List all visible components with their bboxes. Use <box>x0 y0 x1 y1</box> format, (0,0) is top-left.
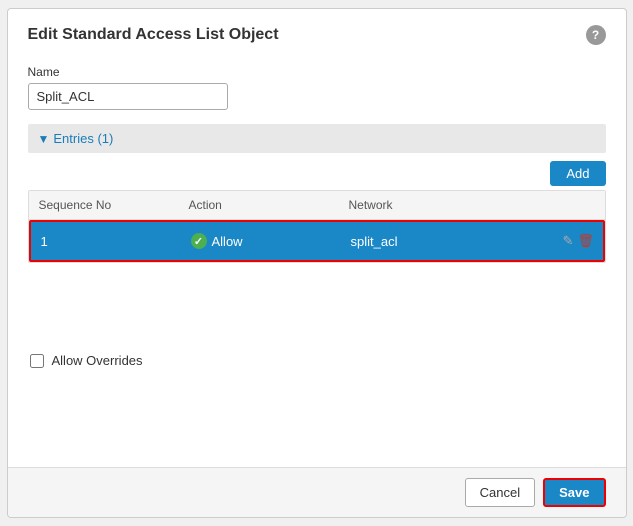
col-network: Network <box>339 191 555 219</box>
col-sequence-no: Sequence No <box>29 191 179 219</box>
dialog-header: Edit Standard Access List Object ? <box>8 9 626 55</box>
dialog-footer: Cancel Save <box>8 467 626 517</box>
help-icon[interactable]: ? <box>586 25 606 45</box>
table-row-selected-wrapper: 1 ✓ Allow split_acl ✎ 🗑 <box>29 220 605 262</box>
dialog: Edit Standard Access List Object ? Name … <box>7 8 627 518</box>
add-button[interactable]: Add <box>550 161 605 186</box>
dialog-body: Name ▼ Entries (1) Add Sequence No Actio… <box>8 55 626 467</box>
entries-table: Sequence No Action Network 1 ✓ Allow <box>28 190 606 263</box>
allow-overrides-label: Allow Overrides <box>52 353 143 368</box>
entries-section: ▼ Entries (1) Add Sequence No Action Net… <box>28 124 606 263</box>
cell-action: ✓ Allow <box>181 228 341 254</box>
edit-row-icon[interactable]: ✎ <box>563 233 574 249</box>
allow-overrides-checkbox[interactable] <box>30 354 44 368</box>
cell-network: split_acl <box>341 229 553 254</box>
allow-overrides-row: Allow Overrides <box>28 353 606 368</box>
entries-arrow-icon: ▼ <box>38 132 50 146</box>
entries-header: ▼ Entries (1) <box>28 124 606 153</box>
add-button-row: Add <box>28 161 606 186</box>
cell-row-actions: ✎ 🗑 <box>553 228 603 254</box>
entries-label: Entries (1) <box>53 131 113 146</box>
save-button[interactable]: Save <box>543 478 605 507</box>
table-header: Sequence No Action Network <box>29 191 605 220</box>
name-input[interactable] <box>28 83 228 110</box>
col-row-actions <box>555 191 605 219</box>
cancel-button[interactable]: Cancel <box>465 478 535 507</box>
allow-icon: ✓ <box>191 233 207 249</box>
dialog-title: Edit Standard Access List Object <box>28 26 279 44</box>
col-action: Action <box>179 191 339 219</box>
name-label: Name <box>28 65 606 79</box>
cell-sequence-no: 1 <box>31 229 181 254</box>
delete-row-icon[interactable]: 🗑 <box>577 233 594 249</box>
table-row[interactable]: 1 ✓ Allow split_acl ✎ 🗑 <box>31 222 603 260</box>
